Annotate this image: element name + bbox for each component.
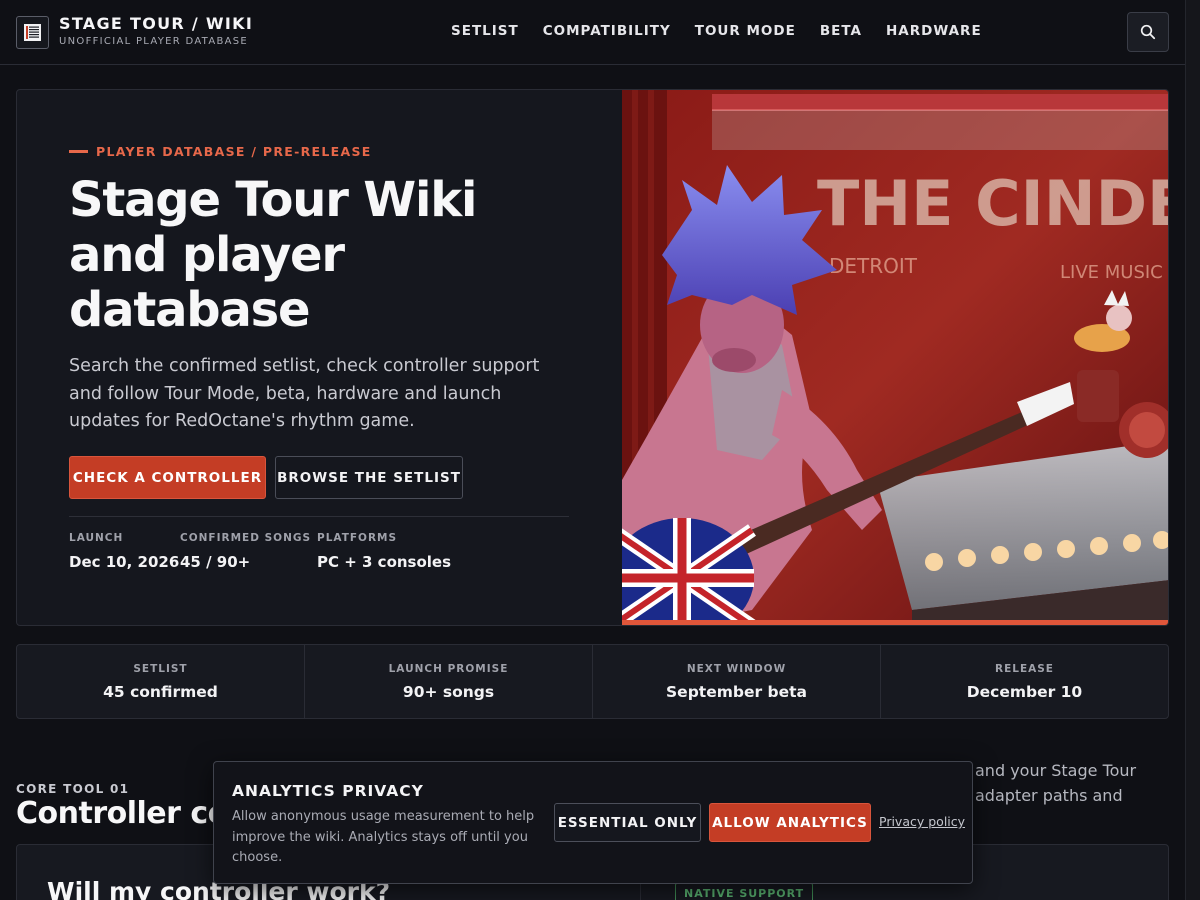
main-nav: SETLIST COMPATIBILITY TOUR MODE BETA HAR… <box>451 23 1006 39</box>
venue-sign-city: DETROIT <box>829 254 918 278</box>
strip-label: NEXT WINDOW <box>686 662 787 675</box>
hero-title-line-2: and player <box>69 227 345 283</box>
brand-subtitle: UNOFFICIAL PLAYER DATABASE <box>59 36 249 47</box>
stat-launch: LAUNCH Dec 10, 2026 <box>69 532 179 571</box>
hero-title-line-1: Stage Tour Wiki <box>69 172 477 228</box>
hero-guitarist-image: THE CINDER TAP DETROIT LIVE MUSIC <box>622 90 1169 625</box>
strip-next-window: NEXT WINDOW September beta <box>593 645 881 718</box>
strip-label: RELEASE <box>995 662 1054 675</box>
stat-label: LAUNCH <box>69 532 124 544</box>
strip-label: SETLIST <box>133 662 188 675</box>
strip-value: 90+ songs <box>402 682 495 701</box>
hero-divider <box>69 516 569 517</box>
strip-setlist: SETLIST 45 confirmed <box>17 645 305 718</box>
hero-title: Stage Tour Wiki and player database <box>69 173 539 338</box>
native-support-badge: NATIVE SUPPORT <box>675 883 814 900</box>
nav-setlist[interactable]: SETLIST <box>451 23 519 39</box>
strip-label: LAUNCH PROMISE <box>388 662 509 675</box>
browse-setlist-button[interactable]: BROWSE THE SETLIST <box>275 456 463 499</box>
section-description: and your Stage Tour adapter paths and <box>975 758 1175 808</box>
stat-label: CONFIRMED SONGS <box>180 532 312 544</box>
strip-value: September beta <box>666 682 807 701</box>
hero-eyebrow: PLAYER DATABASE / PRE-RELEASE <box>69 144 372 159</box>
consent-title: ANALYTICS PRIVACY <box>232 782 424 800</box>
venue-sign-live: LIVE MUSIC <box>1060 262 1163 283</box>
analytics-consent-dialog: ANALYTICS PRIVACY Allow anonymous usage … <box>213 761 973 884</box>
nav-compatibility[interactable]: COMPATIBILITY <box>543 23 671 39</box>
strip-launch-promise: LAUNCH PROMISE 90+ songs <box>305 645 593 718</box>
search-button[interactable] <box>1127 12 1169 52</box>
brand-title[interactable]: STAGE TOUR / WIKI <box>59 14 253 33</box>
hero-title-line-3: database <box>69 282 311 338</box>
section-description-line-1: and your Stage Tour <box>975 761 1137 780</box>
stat-value: 45 / 90+ <box>180 553 251 571</box>
top-navigation-bar: STAGE TOUR / WIKI UNOFFICIAL PLAYER DATA… <box>0 0 1185 65</box>
hero-eyebrow-text: PLAYER DATABASE / PRE-RELEASE <box>96 144 372 159</box>
hero-card: PLAYER DATABASE / PRE-RELEASE Stage Tour… <box>16 89 1169 626</box>
setlist-logo-icon[interactable] <box>16 16 49 49</box>
eyebrow-dash <box>69 150 88 153</box>
venue-sign-text: THE CINDER TAP <box>817 167 1169 240</box>
check-controller-button[interactable]: CHECK A CONTROLLER <box>69 456 266 499</box>
release-stats-strip: SETLIST 45 confirmed LAUNCH PROMISE 90+ … <box>16 644 1169 719</box>
stat-label: PLATFORMS <box>317 532 398 544</box>
privacy-policy-link[interactable]: Privacy policy <box>879 814 965 829</box>
stat-platforms: PLATFORMS PC + 3 consoles <box>317 532 451 571</box>
page-scrollbar[interactable] <box>1185 0 1200 900</box>
allow-analytics-button[interactable]: ALLOW ANALYTICS <box>709 803 871 842</box>
strip-value: December 10 <box>966 682 1083 701</box>
section-eyebrow: CORE TOOL 01 <box>16 782 130 796</box>
stat-confirmed-songs: CONFIRMED SONGS 45 / 90+ <box>180 532 311 571</box>
nav-beta[interactable]: BETA <box>820 23 862 39</box>
stat-value: PC + 3 consoles <box>317 553 452 571</box>
strip-value: 45 confirmed <box>103 682 218 701</box>
search-icon <box>1140 24 1156 40</box>
nav-hardware[interactable]: HARDWARE <box>886 23 982 39</box>
hero-description: Search the confirmed setlist, check cont… <box>69 356 540 431</box>
stat-value: Dec 10, 2026 <box>69 553 180 571</box>
strip-release: RELEASE December 10 <box>881 645 1168 718</box>
consent-text: Allow anonymous usage measurement to hel… <box>232 809 535 865</box>
section-description-line-2: adapter paths and <box>975 786 1123 805</box>
essential-only-button[interactable]: ESSENTIAL ONLY <box>554 803 701 842</box>
nav-tour-mode[interactable]: TOUR MODE <box>695 23 796 39</box>
hero-content: PLAYER DATABASE / PRE-RELEASE Stage Tour… <box>17 90 622 625</box>
